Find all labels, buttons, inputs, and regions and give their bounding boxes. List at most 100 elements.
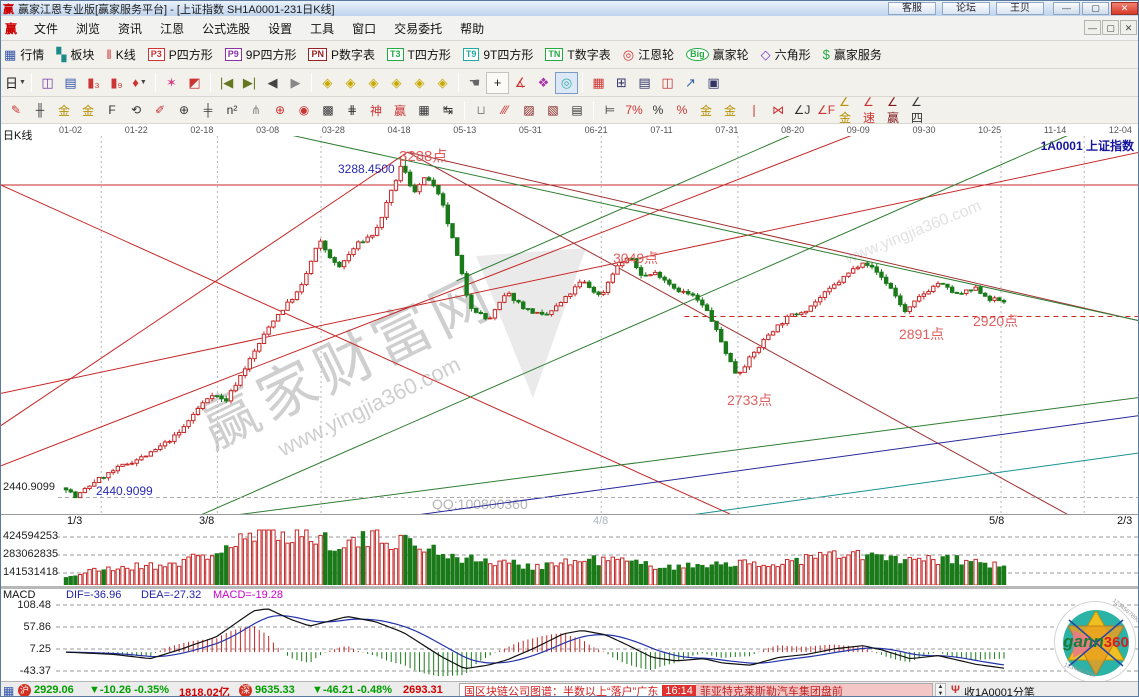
crosshair-tool-icon[interactable]: + <box>486 72 509 94</box>
last-page-icon[interactable]: ▶| <box>238 72 261 94</box>
maximize-button[interactable]: ▢ <box>1082 2 1109 15</box>
grid-fill-2-icon[interactable]: ▧ <box>541 100 565 121</box>
toolbar-赢家轮[interactable]: Big赢家轮 <box>686 46 749 63</box>
calendar-icon[interactable]: ▦ <box>587 72 610 94</box>
fibonacci-f-icon[interactable]: F <box>100 100 124 121</box>
percent-sign-icon[interactable]: % <box>646 100 670 121</box>
scale-steps-icon[interactable]: ⊨ <box>598 100 622 121</box>
flower-tool-icon[interactable]: ❖ <box>532 72 555 94</box>
angle-tool-icon[interactable]: ∡ <box>509 72 532 94</box>
spiral-tool-icon[interactable]: ⟲ <box>124 100 148 121</box>
multi-chart-icon[interactable]: ◩ <box>183 72 206 94</box>
hand-tool-icon[interactable]: ☚ <box>463 72 486 94</box>
gold-grid-2-icon[interactable]: 金 <box>76 100 100 121</box>
fan-red-icon[interactable]: ⁄⁄⁄ <box>493 100 517 121</box>
calculator-icon[interactable]: ⊞ <box>610 72 633 94</box>
menu-文件[interactable]: 文件 <box>25 17 67 40</box>
gann-diamond-v-icon[interactable]: ◈ <box>385 72 408 94</box>
gann-shen-icon[interactable]: 神 <box>364 100 388 121</box>
percent-retrace-icon[interactable]: ⋕ <box>340 100 364 121</box>
mirror-angle-icon[interactable]: ⋔ <box>244 100 268 121</box>
toolbar-板块[interactable]: ▚板块 <box>56 46 94 63</box>
toolbar-K线[interactable]: ‖K线 <box>106 46 135 63</box>
export-icon[interactable]: ↗ <box>679 72 702 94</box>
news-headline-1[interactable]: 国区块链公司图谱：半数以上“落户”广东 <box>460 683 662 697</box>
brain-icon[interactable]: ◎ <box>555 72 578 94</box>
scroll-down-icon[interactable]: ▼ <box>936 691 945 697</box>
toolbar-江恩轮[interactable]: ◎江恩轮 <box>623 46 674 63</box>
frame-tool-icon[interactable]: ⊔ <box>469 100 493 121</box>
menu-公式选股[interactable]: 公式选股 <box>193 17 259 40</box>
toolbar-行情[interactable]: ▦行情 <box>4 46 44 63</box>
zone-window-icon[interactable]: ◫ <box>36 72 59 94</box>
toolbar-T四方形[interactable]: T3T四方形 <box>387 46 451 63</box>
menu-帮助[interactable]: 帮助 <box>451 17 493 40</box>
news-headline-2[interactable]: 菲亚特克莱斯勒汽车集团盘前 <box>696 683 932 697</box>
time-grid-icon[interactable]: ▦ <box>412 100 436 121</box>
gold-circle-1-icon[interactable]: 金 <box>694 100 718 121</box>
gann-diamond-h-icon[interactable]: ◈ <box>362 72 385 94</box>
bars-9-icon[interactable]: ▮₉ <box>105 72 128 94</box>
angle-j-icon[interactable]: ∠J <box>790 100 814 121</box>
gann-diamond-expand-icon[interactable]: ◈ <box>431 72 454 94</box>
span-arrow-icon[interactable]: ↹ <box>436 100 460 121</box>
bars-3-icon[interactable]: ▮₃ <box>82 72 105 94</box>
mdi-close-button[interactable]: ✕ <box>1120 20 1137 35</box>
gold-grid-1-icon[interactable]: 金 <box>52 100 76 121</box>
close-button[interactable]: ✕ <box>1111 2 1138 15</box>
mdi-maximize-button[interactable]: ▢ <box>1102 20 1119 35</box>
print-icon[interactable]: ▣ <box>702 72 725 94</box>
angle-f-icon[interactable]: ∠F <box>814 100 838 121</box>
menu-设置[interactable]: 设置 <box>259 17 301 40</box>
titlebar-button-2[interactable]: 论坛 <box>942 2 990 15</box>
report-icon[interactable]: ▤ <box>633 72 656 94</box>
ruler-grid-icon[interactable]: ╪ <box>196 100 220 121</box>
menu-资讯[interactable]: 资讯 <box>109 17 151 40</box>
titlebar-button-1[interactable]: 客服 <box>888 2 936 15</box>
scroll-up-icon[interactable]: ▲ <box>936 684 945 691</box>
angle-su-icon[interactable]: ∠速 <box>862 100 886 121</box>
wheel-icon[interactable]: ◉ <box>292 100 316 121</box>
toolbar-9P四方形[interactable]: P99P四方形 <box>225 46 297 63</box>
toolbar-P四方形[interactable]: P3P四方形 <box>148 46 213 63</box>
period-day-selector[interactable]: 日▼ <box>4 72 27 94</box>
toolbar-T数字表[interactable]: TNT数字表 <box>545 46 610 63</box>
next-icon[interactable]: ▶ <box>284 72 307 94</box>
compass-icon[interactable]: ⊕ <box>268 100 292 121</box>
main-price-chart[interactable] <box>1 136 1139 514</box>
titlebar-button-3[interactable]: 王贝 <box>996 2 1044 15</box>
volume-bars[interactable] <box>64 530 1005 585</box>
menu-浏览[interactable]: 浏览 <box>67 17 109 40</box>
percent-line-icon[interactable]: % <box>670 100 694 121</box>
macd-chart[interactable] <box>1 589 1139 681</box>
menu-交易委托[interactable]: 交易委托 <box>385 17 451 40</box>
gold-circle-2-icon[interactable]: 金 <box>718 100 742 121</box>
grid-fill-1-icon[interactable]: ▨ <box>517 100 541 121</box>
circle-cross-icon[interactable]: ⊕ <box>172 100 196 121</box>
gann-diamond-left-icon[interactable]: ◈ <box>316 72 339 94</box>
brush-tool-icon[interactable]: ✐ <box>148 100 172 121</box>
first-page-icon[interactable]: |◀ <box>215 72 238 94</box>
toolbar-赢家服务[interactable]: $赢家服务 <box>823 46 882 63</box>
gann-ying-icon[interactable]: 赢 <box>388 100 412 121</box>
pattern-icon[interactable]: ✶ <box>160 72 183 94</box>
angle-si-icon[interactable]: ∠四 <box>910 100 934 121</box>
gann-diamond-right-icon[interactable]: ◈ <box>339 72 362 94</box>
volume-chart[interactable] <box>1 528 1139 585</box>
menu-工具[interactable]: 工具 <box>301 17 343 40</box>
pencil-tool-icon[interactable]: ✎ <box>4 100 28 121</box>
toolbar-P数字表[interactable]: PNP数字表 <box>308 46 375 63</box>
angle-ying-icon[interactable]: ∠赢 <box>886 100 910 121</box>
save-icon[interactable]: ◫ <box>656 72 679 94</box>
info-list-icon[interactable]: ▤ <box>59 72 82 94</box>
candle-marker-icon[interactable]: ❘ <box>742 100 766 121</box>
gann-diamond-cross-icon[interactable]: ◈ <box>408 72 431 94</box>
mdi-minimize-button[interactable]: — <box>1084 20 1101 35</box>
gann-grid-icon[interactable]: ╫ <box>28 100 52 121</box>
prev-icon[interactable]: ◀ <box>261 72 284 94</box>
news-ticker[interactable]: 国区块链公司图谱：半数以上“落户”广东 16:14 菲亚特克莱斯勒汽车集团盘前 <box>459 683 933 697</box>
news-scroll-spinner[interactable]: ▲ ▼ <box>935 683 946 697</box>
percent-red-icon[interactable]: 7% <box>622 100 646 121</box>
angle-gold-icon[interactable]: ∠金 <box>838 100 862 121</box>
hatch-tool-icon[interactable]: ▤ <box>565 100 589 121</box>
